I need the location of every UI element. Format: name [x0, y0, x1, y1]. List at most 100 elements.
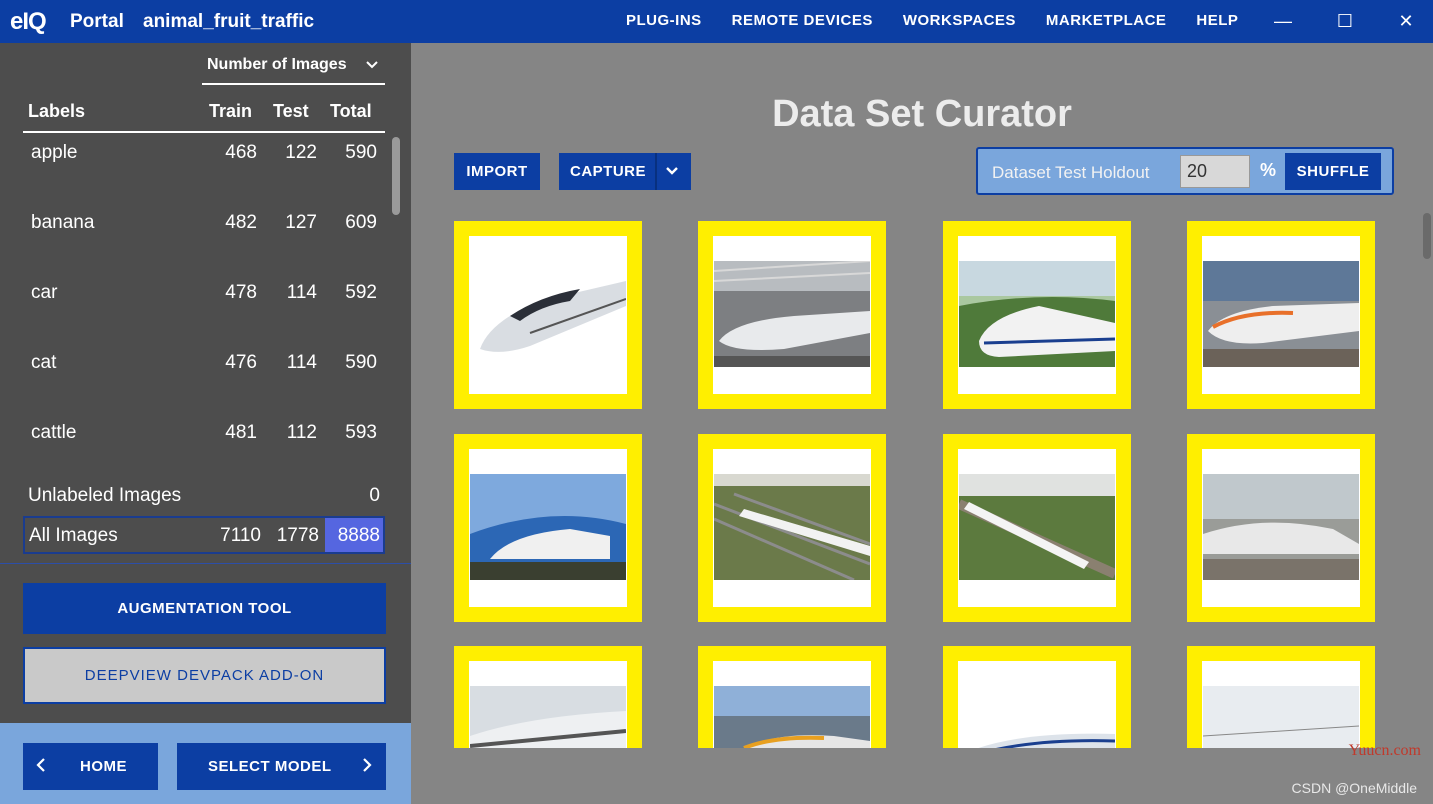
- train-thumbnail: [959, 261, 1115, 367]
- image-card[interactable]: [454, 646, 642, 748]
- row-total: 590: [345, 142, 377, 163]
- image-card[interactable]: [943, 221, 1131, 409]
- all-images-train: 7110: [220, 525, 261, 546]
- train-thumbnail: [1203, 686, 1359, 748]
- row-train: 476: [225, 352, 257, 373]
- deepview-devpack-button[interactable]: DEEPVIEW DEVPACK ADD-ON: [23, 647, 386, 704]
- all-images-total: 8888: [337, 525, 380, 546]
- train-thumbnail: [470, 474, 626, 580]
- row-train: 481: [225, 422, 257, 440]
- train-thumbnail: [1203, 474, 1359, 580]
- all-images-row[interactable]: All Images 7110 1778 8888: [23, 516, 385, 554]
- close-icon[interactable]: ✕: [1391, 7, 1421, 37]
- eiq-logo: eIQ: [10, 8, 47, 35]
- train-thumbnail: [959, 474, 1115, 580]
- row-total: 593: [345, 422, 377, 440]
- sidebar-divider: [0, 563, 411, 564]
- select-model-label: SELECT MODEL: [208, 758, 332, 775]
- image-frame: [469, 236, 627, 394]
- image-card[interactable]: [698, 221, 886, 409]
- header-train: Train: [209, 101, 253, 121]
- row-label: banana: [31, 212, 95, 233]
- row-train: 468: [225, 142, 257, 163]
- row-test: 114: [286, 282, 317, 303]
- augmentation-tool-button[interactable]: AUGMENTATION TOOL: [23, 583, 386, 634]
- menu-help[interactable]: HELP: [1196, 12, 1238, 29]
- all-images-test: 1778: [276, 525, 319, 546]
- row-label: apple: [31, 142, 78, 163]
- row-label: car: [31, 282, 58, 303]
- image-frame: [713, 449, 871, 607]
- header-labels: Labels: [28, 101, 86, 121]
- row-test: 112: [286, 422, 317, 440]
- train-thumbnail: [714, 474, 870, 580]
- project-name: animal_fruit_traffic: [143, 11, 315, 32]
- image-card[interactable]: [698, 646, 886, 748]
- train-thumbnail: [959, 686, 1115, 748]
- table-row[interactable]: cattle 481 112 593: [23, 419, 385, 440]
- row-test: 114: [286, 352, 317, 373]
- header-test: Test: [273, 101, 309, 121]
- all-images-label: All Images: [29, 525, 118, 546]
- title-bar: eIQ Portal animal_fruit_traffic PLUG-INS…: [0, 0, 1433, 43]
- top-menu: PLUG-INS REMOTE DEVICES WORKSPACES MARKE…: [626, 12, 1238, 29]
- chevron-right-icon: [361, 755, 373, 780]
- select-model-button[interactable]: SELECT MODEL: [177, 743, 386, 790]
- maximize-icon[interactable]: ☐: [1330, 7, 1360, 37]
- table-row[interactable]: apple 468 122 590: [23, 139, 385, 169]
- unlabeled-label: Unlabeled Images: [28, 485, 182, 506]
- header-total: Total: [330, 101, 372, 121]
- main-scrollbar[interactable]: [1423, 213, 1431, 259]
- image-card[interactable]: [454, 434, 642, 622]
- table-row[interactable]: cat 476 114 590: [23, 349, 385, 379]
- chevron-left-icon: [35, 755, 47, 780]
- image-card[interactable]: [943, 434, 1131, 622]
- image-frame: [1202, 236, 1360, 394]
- image-frame: [469, 449, 627, 607]
- image-frame: [713, 661, 871, 748]
- table-row[interactable]: banana 482 127 609: [23, 209, 385, 239]
- image-frame: [958, 236, 1116, 394]
- label-table: apple 468 122 590 banana 482 127 609 car…: [23, 135, 385, 440]
- train-thumbnail: [1203, 261, 1359, 367]
- label-table-scrollbar[interactable]: [392, 137, 400, 215]
- main-panel: Data Set Curator IMPORT CAPTURE Dataset …: [411, 43, 1433, 804]
- train-thumbnail: [714, 261, 870, 367]
- count-mode-select[interactable]: Number of Images: [202, 53, 385, 85]
- menu-marketplace[interactable]: MARKETPLACE: [1046, 12, 1167, 29]
- navigation-bar: HOME SELECT MODEL: [0, 723, 411, 804]
- image-grid: [411, 43, 1433, 748]
- train-thumbnail: [470, 261, 626, 367]
- image-frame: [958, 449, 1116, 607]
- image-card[interactable]: [1187, 646, 1375, 748]
- row-total: 590: [345, 352, 377, 373]
- table-row[interactable]: car 478 114 592: [23, 279, 385, 309]
- menu-workspaces[interactable]: WORKSPACES: [903, 12, 1016, 29]
- row-label: cattle: [31, 422, 77, 440]
- train-thumbnail: [714, 686, 870, 748]
- image-card[interactable]: [454, 221, 642, 409]
- unlabeled-images-row[interactable]: Unlabeled Images 0: [23, 483, 385, 511]
- home-label: HOME: [80, 758, 127, 775]
- row-label: cat: [31, 352, 57, 373]
- train-thumbnail: [470, 686, 626, 748]
- sidebar: Number of Images Labels Train Test Total…: [0, 43, 411, 804]
- image-card[interactable]: [1187, 221, 1375, 409]
- image-frame: [958, 661, 1116, 748]
- menu-plugins[interactable]: PLUG-INS: [626, 12, 702, 29]
- menu-remote-devices[interactable]: REMOTE DEVICES: [732, 12, 873, 29]
- minimize-icon[interactable]: —: [1268, 7, 1298, 37]
- count-mode-label: Number of Images: [207, 56, 347, 73]
- image-frame: [469, 661, 627, 748]
- image-card[interactable]: [1187, 434, 1375, 622]
- chevron-down-icon: [365, 57, 379, 74]
- home-button[interactable]: HOME: [23, 743, 158, 790]
- image-card[interactable]: [943, 646, 1131, 748]
- image-frame: [713, 236, 871, 394]
- image-frame: [1202, 449, 1360, 607]
- row-train: 482: [225, 212, 257, 233]
- csdn-watermark: CSDN @OneMiddle: [1291, 780, 1417, 796]
- yuucn-watermark: Yuucn.com: [1348, 742, 1421, 759]
- label-table-header: Labels Train Test Total: [23, 98, 385, 133]
- image-card[interactable]: [698, 434, 886, 622]
